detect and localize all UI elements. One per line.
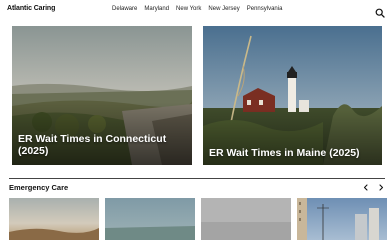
chevron-right-icon xyxy=(379,184,384,191)
featured-card-title[interactable]: ER Wait Times in Connecticut (2025) xyxy=(18,133,168,157)
featured-card-maine[interactable]: ER Wait Times in Maine (2025) xyxy=(203,26,382,165)
chevron-left-icon xyxy=(363,184,368,191)
site-header: Atlantic Caring Delaware Maryland New Yo… xyxy=(0,0,390,21)
featured-card-connecticut[interactable]: ER Wait Times in Connecticut (2025) xyxy=(12,26,192,165)
site-logo[interactable]: Atlantic Caring xyxy=(7,5,55,12)
maine-lighthouse-image xyxy=(203,26,382,165)
nav-link-delaware[interactable]: Delaware xyxy=(112,6,137,12)
article-thumbnail xyxy=(201,198,291,240)
carousel-prev-button[interactable] xyxy=(362,183,370,192)
search-icon xyxy=(375,8,385,18)
article-card-4[interactable] xyxy=(297,198,387,240)
section-divider xyxy=(9,178,385,179)
article-thumbnail xyxy=(105,198,195,240)
nav-link-new-jersey[interactable]: New Jersey xyxy=(208,6,239,12)
article-thumbnail xyxy=(297,198,387,240)
featured-card-title[interactable]: ER Wait Times in Maine (2025) xyxy=(209,147,379,159)
nav-link-new-york[interactable]: New York xyxy=(176,6,201,12)
article-thumbnail xyxy=(9,198,99,240)
nav-link-pennsylvania[interactable]: Pennsylvania xyxy=(247,6,283,12)
article-card-1[interactable] xyxy=(9,198,99,240)
search-button[interactable] xyxy=(375,5,385,18)
carousel-next-button[interactable] xyxy=(377,183,385,192)
article-card-3[interactable] xyxy=(201,198,291,240)
article-card-2[interactable] xyxy=(105,198,195,240)
section-title: Emergency Care xyxy=(9,183,69,192)
main-nav: Delaware Maryland New York New Jersey Pe… xyxy=(112,6,282,12)
nav-link-maryland[interactable]: Maryland xyxy=(144,6,169,12)
